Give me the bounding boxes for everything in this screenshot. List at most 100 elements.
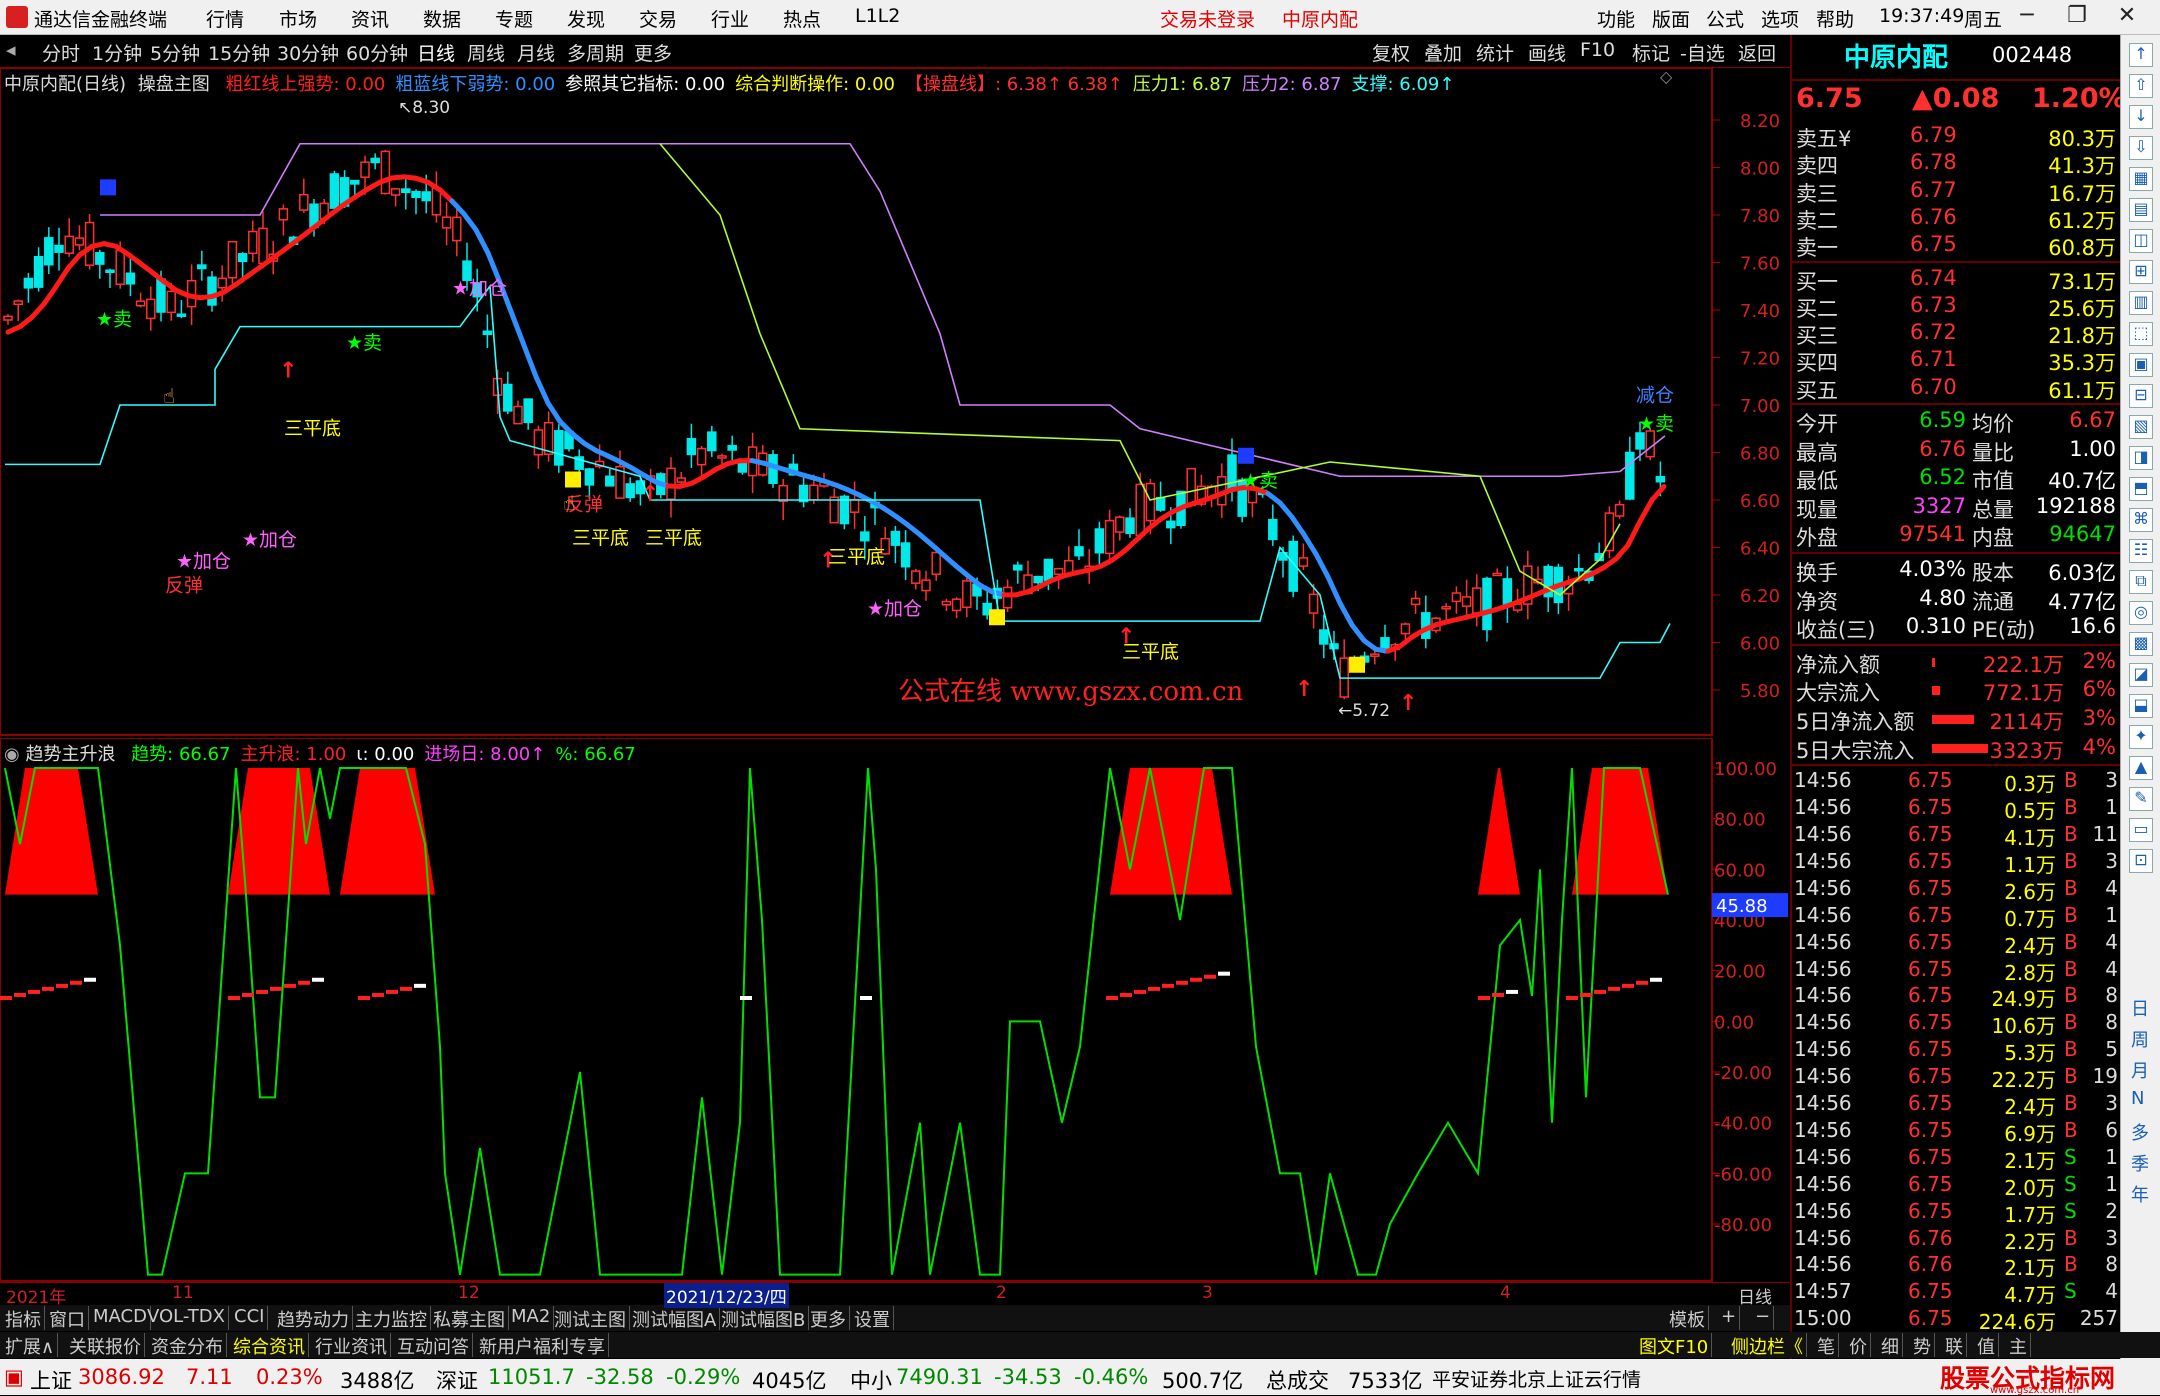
menu-item[interactable]: 行情 [206,5,244,32]
template-tab[interactable]: − [1752,1306,1774,1330]
side-tool-icon[interactable]: ⇩ [2129,136,2153,160]
template-tab[interactable]: + [1718,1306,1740,1330]
period-tab-more[interactable]: 更多 [634,39,672,66]
bid-row[interactable]: 买四6.7135.3万 [1792,347,2122,374]
indicator-tab[interactable]: 趋势动力 [274,1306,353,1330]
side-tab[interactable]: 细 [1878,1333,1903,1357]
side-tool-icon[interactable]: ⇧ [2129,74,2153,98]
toolbar-button[interactable]: 统计 [1476,39,1514,66]
bid-row[interactable]: 买一6.7473.1万 [1792,266,2122,293]
side-tab[interactable]: 图文F10 [1636,1333,1712,1357]
side-tool-icon[interactable]: ▦ [2129,167,2153,191]
side-tool-icon[interactable]: ⊟ [2129,384,2153,408]
period-tab[interactable]: 分时 [42,39,80,66]
ask-row[interactable]: 卖五¥6.7980.3万 [1792,123,2122,150]
period-tab[interactable]: 1分钟 [92,39,142,66]
period-shortcut[interactable]: 月 [2131,1057,2149,1083]
period-tab[interactable]: 多周期 [567,39,624,66]
menu-item[interactable]: 专题 [495,5,533,32]
trend-indicator-chart[interactable]: 100.0080.0060.0040.0020.000.00-20.00-40.… [0,738,1790,1282]
menu-item[interactable]: 资讯 [351,5,389,32]
maximize-icon[interactable]: ❐ [2060,3,2094,31]
extension-tab[interactable]: 新用户福利专享 [476,1333,609,1357]
extension-tab[interactable]: 资金分布 [148,1333,227,1357]
side-tab[interactable]: 势 [1910,1333,1935,1357]
close-icon[interactable]: ✕ [2110,3,2144,31]
side-tool-icon[interactable]: ▣ [2129,353,2153,377]
period-shortcut[interactable]: N [2131,1088,2144,1109]
period-shortcut[interactable]: 多 [2131,1119,2149,1145]
side-tool-icon[interactable]: ⬚ [2129,322,2153,346]
side-tool-icon[interactable]: ⊡ [2129,849,2153,873]
indicator-tab[interactable]: 窗口 [46,1306,89,1330]
side-tab[interactable]: 笔 [1814,1333,1839,1357]
indicator-tab[interactable]: 指标 [2,1306,45,1330]
side-tool-icon[interactable]: ↓ [2129,105,2153,129]
side-tool-icon[interactable]: ▩ [2129,632,2153,656]
bid-row[interactable]: 买五6.7061.1万 [1792,375,2122,402]
sh-index-name[interactable]: 上证 [30,1365,72,1395]
menu-item[interactable]: 数据 [423,5,461,32]
extension-tab[interactable]: 行业资讯 [312,1333,391,1357]
period-shortcut[interactable]: 年 [2131,1181,2149,1207]
toolbar-button[interactable]: 叠加 [1424,39,1462,66]
side-tab[interactable]: 联 [1942,1333,1967,1357]
side-tool-icon[interactable]: ◎ [2129,601,2153,625]
side-tool-icon[interactable]: ⌘ [2129,508,2153,532]
extension-tab[interactable]: 互动问答 [394,1333,473,1357]
extension-tab[interactable]: 扩展∧ [2,1333,58,1357]
toolbar-button[interactable]: 标记 [1632,39,1670,66]
collapse-icon[interactable]: ◂ [6,39,16,61]
side-tool-icon[interactable]: ◪ [2129,663,2153,687]
minimize-icon[interactable]: ─ [2010,3,2044,31]
side-tool-icon[interactable]: ▥ [2129,291,2153,315]
toolbar-button[interactable]: 画线 [1528,39,1566,66]
menu-item[interactable]: 公式 [1706,5,1744,32]
collapse-arrow-icon[interactable]: ◉ [4,744,20,765]
menu-item[interactable]: 市场 [279,5,317,32]
side-tool-icon[interactable]: ▧ [2129,415,2153,439]
indicator-tab[interactable]: 主力监控 [352,1306,431,1330]
side-tool-icon[interactable]: ⧉ [2129,570,2153,594]
menu-item[interactable]: 交易 [639,5,677,32]
indicator-tab[interactable]: 私募主图 [430,1306,509,1330]
indicator-tab[interactable]: MA2 [508,1306,554,1330]
menu-item[interactable]: 帮助 [1816,5,1854,32]
side-tab[interactable]: 值 [1974,1333,1999,1357]
indicator-tab[interactable]: CCI [231,1306,268,1330]
indicator-tab[interactable]: 设置 [851,1306,894,1330]
period-shortcut[interactable]: 周 [2131,1026,2149,1052]
menu-item[interactable]: 热点 [783,5,821,32]
period-tab-selected[interactable]: 日线 [417,39,455,66]
period-tab[interactable]: 5分钟 [150,39,200,66]
menu-item[interactable]: 发现 [567,5,605,32]
template-tab[interactable]: 模板 [1666,1306,1709,1330]
period-shortcut[interactable]: 季 [2131,1150,2149,1176]
side-tool-icon[interactable]: ☷ [2129,539,2153,563]
ask-row[interactable]: 卖一6.7560.8万 [1792,232,2122,259]
login-status[interactable]: 交易未登录 [1160,5,1255,32]
side-tool-icon[interactable]: ⬓ [2129,694,2153,718]
menu-item[interactable]: 行业 [711,5,749,32]
toolbar-button[interactable]: 返回 [1738,39,1776,66]
side-tool-icon[interactable]: ⬒ [2129,477,2153,501]
period-tab[interactable]: 15分钟 [208,39,270,66]
bid-row[interactable]: 买三6.7221.8万 [1792,320,2122,347]
ask-row[interactable]: 卖三6.7716.7万 [1792,178,2122,205]
main-candlestick-chart[interactable]: 8.208.007.807.607.407.207.006.806.606.40… [0,68,1790,736]
side-tool-icon[interactable]: ▲ [2129,756,2153,780]
side-tool-icon[interactable]: ↑ [2129,43,2153,67]
period-tab[interactable]: 30分钟 [277,39,339,66]
sz-index-name[interactable]: 深证 [436,1365,478,1395]
side-tab[interactable]: 价 [1846,1333,1871,1357]
bid-row[interactable]: 买二6.7325.6万 [1792,293,2122,320]
side-tool-icon[interactable]: ▭ [2129,818,2153,842]
side-tab[interactable]: 主 [2006,1333,2031,1357]
side-tool-icon[interactable]: ◫ [2129,229,2153,253]
side-tool-icon[interactable]: ✎ [2129,787,2153,811]
side-tool-icon[interactable]: ⊞ [2129,260,2153,284]
period-tab[interactable]: 周线 [467,39,505,66]
side-tab[interactable]: 侧边栏《 [1728,1333,1807,1357]
broker-name[interactable]: 平安证券北京上证云行情 [1432,1365,1641,1392]
period-tab[interactable]: 月线 [517,39,555,66]
